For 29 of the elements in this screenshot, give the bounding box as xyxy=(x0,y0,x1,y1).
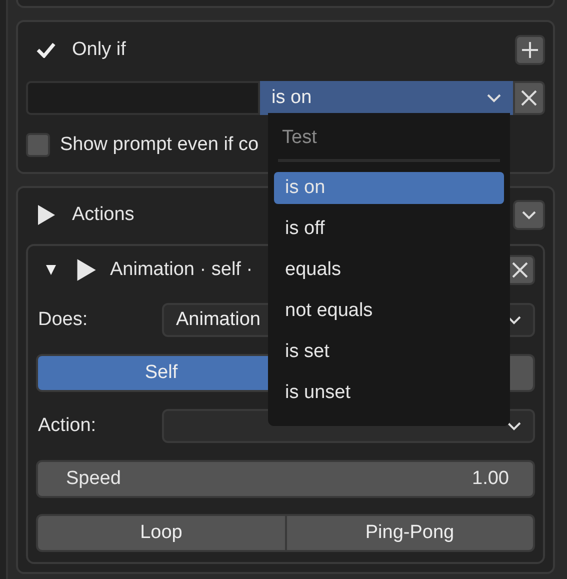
check-icon[interactable] xyxy=(36,42,56,58)
chevron-icon xyxy=(487,94,501,102)
panel-title: Actions xyxy=(72,204,136,226)
play-icon xyxy=(35,204,57,226)
checkbox-label: Show prompt even if co xyxy=(60,134,259,156)
mode-toggle[interactable]: Ping-Pong xyxy=(286,516,533,550)
close-icon xyxy=(520,89,538,107)
input-field[interactable] xyxy=(26,81,260,115)
remove-button[interactable] xyxy=(513,81,545,115)
speed-field[interactable]: Speed 1.00 xyxy=(36,460,535,498)
field-label: Action: xyxy=(37,415,98,437)
chevron-icon xyxy=(522,210,536,220)
field-label: Does: xyxy=(37,309,89,331)
menu-item[interactable]: is off xyxy=(274,213,504,245)
add-button[interactable] xyxy=(515,35,545,65)
menu-item[interactable]: not equals xyxy=(274,295,504,327)
panel-title: Only if xyxy=(72,39,127,61)
chevron-icon xyxy=(507,316,521,324)
menu-title: Test xyxy=(281,126,318,150)
menu-button[interactable] xyxy=(513,200,545,230)
chevron-icon xyxy=(507,422,521,430)
menu-item[interactable]: is on xyxy=(274,172,504,204)
mode-toggle[interactable]: Loop xyxy=(38,516,286,550)
close-icon xyxy=(511,261,529,279)
operator-dropdown[interactable]: is on xyxy=(260,81,513,115)
menu-item[interactable]: equals xyxy=(274,254,504,286)
plus-icon xyxy=(521,41,539,59)
action-title: Animation · self · xyxy=(110,259,253,281)
checkbox[interactable] xyxy=(26,133,50,157)
